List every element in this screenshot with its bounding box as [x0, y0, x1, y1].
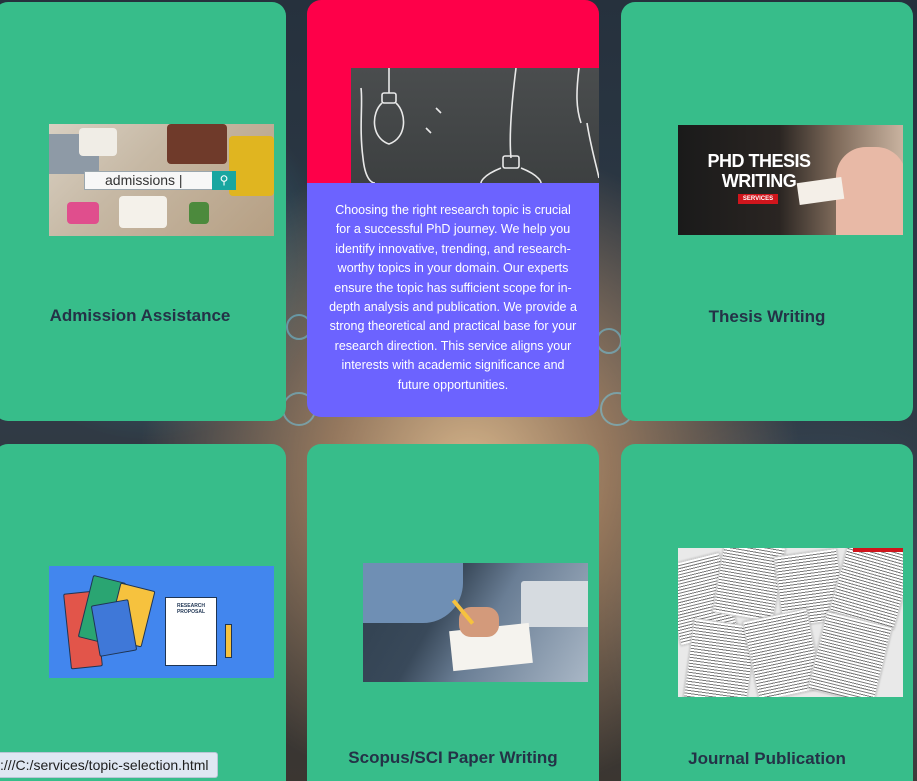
scopus-image-laptop — [521, 581, 588, 627]
scopus-image-sleeve — [363, 563, 463, 623]
journal-page — [807, 610, 893, 697]
light-bulbs-image — [351, 68, 599, 183]
search-input: admissions | — [84, 171, 214, 190]
admissions-image-paper — [79, 128, 117, 156]
writing-hands-image — [363, 563, 588, 682]
card-title: Journal Publication — [688, 749, 846, 768]
admissions-image-plant — [189, 202, 209, 224]
service-card-scopus[interactable]: Scopus/SCI Paper Writing — [307, 444, 599, 781]
card-description: Choosing the right research topic is cru… — [307, 183, 599, 417]
service-card-proposal[interactable]: RESEARCH PROPOSAL — [0, 444, 286, 781]
journal-pages-image — [678, 548, 903, 697]
journal-image-red-band — [853, 548, 903, 552]
card-title: Scopus/SCI Paper Writing — [348, 748, 558, 767]
link-preview-status-bar: :///C:/services/topic-selection.html — [0, 752, 218, 778]
proposal-document: RESEARCH PROPOSAL — [165, 597, 217, 666]
light-bulb-icon — [360, 68, 599, 183]
search-icon: ⚲ — [212, 171, 236, 190]
card-title: Thesis Writing — [708, 307, 826, 326]
pencil-icon — [225, 624, 232, 658]
background-ring — [596, 328, 622, 354]
thesis-image: PHD THESIS WRITING SERVICES — [678, 125, 903, 235]
admissions-image-sticky — [167, 124, 227, 164]
thesis-image-badge: SERVICES — [738, 194, 778, 204]
admissions-image-notebook — [119, 196, 167, 228]
admissions-image-notes — [67, 202, 99, 224]
card-title: Admission Assistance — [49, 306, 231, 325]
admissions-image: admissions | ⚲ — [49, 124, 274, 236]
service-card-admission[interactable]: admissions | ⚲ Admission Assistance — [0, 2, 286, 421]
thesis-image-person — [836, 147, 903, 235]
research-proposal-image: RESEARCH PROPOSAL — [49, 566, 274, 678]
service-card-journal[interactable]: Journal Publication — [621, 444, 913, 781]
service-card-thesis[interactable]: PHD THESIS WRITING SERVICES Thesis Writi… — [621, 2, 913, 421]
service-card-topic-selection[interactable]: Choosing the right research topic is cru… — [307, 0, 599, 417]
